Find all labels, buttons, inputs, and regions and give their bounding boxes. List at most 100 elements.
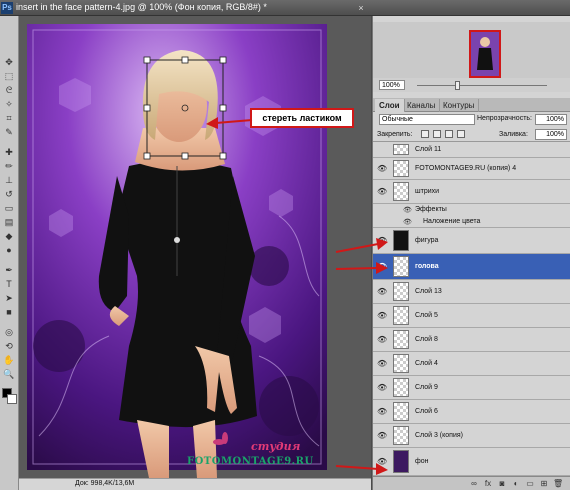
layer-thumbnail <box>393 182 409 201</box>
new-group-icon[interactable]: ▭ <box>525 479 535 489</box>
layer-name: Слой 11 <box>415 145 442 153</box>
type-tool-icon[interactable]: T <box>2 278 16 290</box>
hand-tool-icon[interactable]: ✋ <box>2 354 16 366</box>
navigator-thumbnail[interactable] <box>469 30 501 78</box>
layer-name: Слой 13 <box>415 287 442 295</box>
eye-icon[interactable]: 👁 <box>377 383 387 392</box>
lock-transparency-icon[interactable] <box>421 130 429 138</box>
zoom-field[interactable]: 100% <box>379 80 405 90</box>
eye-icon[interactable]: 👁 <box>403 206 412 214</box>
crop-tool-icon[interactable]: ⌗ <box>2 112 16 124</box>
doc-size-status: Док: 998,4K/13,6M <box>75 480 135 487</box>
layer-row[interactable]: 👁 Слой 8 <box>373 328 570 352</box>
gradient-tool-icon[interactable]: ▤ <box>2 216 16 228</box>
opacity-field[interactable]: 100% <box>535 114 567 125</box>
layer-thumbnail <box>393 354 409 373</box>
lock-pixels-icon[interactable] <box>433 130 441 138</box>
background-color-swatch[interactable] <box>7 394 17 404</box>
3d-orbit-tool-icon[interactable]: ⟲ <box>2 340 16 352</box>
tab-channels[interactable]: Каналы <box>403 99 441 112</box>
lasso-tool-icon[interactable]: ᘓ <box>2 84 16 96</box>
marquee-tool-icon[interactable]: ⬚ <box>2 70 16 82</box>
photo-artwork <box>19 16 371 478</box>
layer-row[interactable]: Слой 11 <box>373 142 570 158</box>
tab-paths[interactable]: Контуры <box>439 99 480 112</box>
3d-rotate-tool-icon[interactable]: ◎ <box>2 326 16 338</box>
layer-row[interactable]: 👁 Слой 4 <box>373 352 570 376</box>
layer-name: Слой 4 <box>415 359 438 367</box>
path-selection-tool-icon[interactable]: ➤ <box>2 292 16 304</box>
move-tool-icon[interactable]: ✥ <box>2 56 16 68</box>
layer-row-selected[interactable]: 👁 голова <box>373 254 570 280</box>
layer-row[interactable]: 👁 Слой 9 <box>373 376 570 400</box>
layer-thumbnail <box>393 282 409 301</box>
eye-icon[interactable]: 👁 <box>377 262 387 271</box>
layer-row[interactable]: 👁 Слой 13 <box>373 280 570 304</box>
layer-row[interactable]: 👁 Слой 6 <box>373 400 570 424</box>
eye-icon[interactable]: 👁 <box>377 236 387 245</box>
clone-stamp-tool-icon[interactable]: ⊥ <box>2 174 16 186</box>
layer-row[interactable]: 👁 Слой 3 (копия) <box>373 424 570 448</box>
layer-style-icon[interactable]: fx <box>483 479 493 489</box>
tab-layers[interactable]: Слои <box>375 99 405 112</box>
layer-row[interactable]: 👁 фон <box>373 448 570 476</box>
layers-footer: ∞ fx ◙ ◐ ▭ ⊞ 🗑 <box>373 476 570 490</box>
layer-thumbnail <box>393 144 409 155</box>
zoom-slider-handle[interactable] <box>455 81 460 90</box>
layer-row[interactable]: 👁 фигура <box>373 228 570 254</box>
fill-field[interactable]: 100% <box>535 129 567 140</box>
title-bar: Ps insert in the face pattern-4.jpg @ 10… <box>0 0 570 16</box>
opacity-label: Непрозрачность: <box>477 115 532 122</box>
eye-icon[interactable]: 👁 <box>377 431 387 440</box>
blur-tool-icon[interactable]: ◆ <box>2 230 16 242</box>
eye-icon[interactable]: 👁 <box>377 311 387 320</box>
annotation-callout: стереть ластиком <box>250 108 354 128</box>
layer-effects-header[interactable]: 👁 Эффекты <box>373 204 570 216</box>
eye-icon[interactable]: 👁 <box>377 187 387 196</box>
layer-effect-item[interactable]: 👁 Наложение цвета <box>373 216 570 228</box>
link-layers-icon[interactable]: ∞ <box>469 479 479 489</box>
eye-icon[interactable]: 👁 <box>377 164 387 173</box>
eye-icon[interactable]: 👁 <box>403 218 412 226</box>
lock-position-icon[interactable] <box>445 130 453 138</box>
adjustment-layer-icon[interactable]: ◐ <box>511 479 521 489</box>
layer-thumbnail <box>393 230 409 251</box>
eyedropper-tool-icon[interactable]: ✎ <box>2 126 16 138</box>
layer-thumbnail <box>393 306 409 325</box>
eye-icon[interactable]: 👁 <box>377 457 387 466</box>
eraser-tool-icon[interactable]: ▭ <box>2 202 16 214</box>
zoom-slider-track[interactable] <box>417 85 547 86</box>
pen-tool-icon[interactable]: ✒ <box>2 264 16 276</box>
layer-row[interactable]: 👁 штрихи <box>373 180 570 204</box>
eye-icon[interactable]: 👁 <box>377 335 387 344</box>
layer-thumbnail <box>393 450 409 473</box>
zoom-tool-icon[interactable]: 🔍 <box>2 368 16 380</box>
layer-name: фон <box>415 457 429 465</box>
eye-icon[interactable]: 👁 <box>377 287 387 296</box>
layer-name: Слой 3 (копия) <box>415 431 463 439</box>
lock-all-icon[interactable] <box>457 130 465 138</box>
eye-icon[interactable]: 👁 <box>377 407 387 416</box>
tools-panel: ✥ ⬚ ᘓ ✧ ⌗ ✎ ✚ ✏ ⊥ ↺ ▭ ▤ ◆ ● ✒ T ➤ ■ ◎ ⟲ … <box>0 16 19 490</box>
layer-row[interactable]: 👁 Слой 5 <box>373 304 570 328</box>
add-mask-icon[interactable]: ◙ <box>497 479 507 489</box>
new-layer-icon[interactable]: ⊞ <box>539 479 549 489</box>
layer-name: FOTOMONTAGE9.RU (копия) 4 <box>415 164 517 172</box>
document-canvas[interactable]: студия FOTOMONTAGE9.RU <box>19 16 371 478</box>
brush-tool-icon[interactable]: ✏ <box>2 160 16 172</box>
history-brush-tool-icon[interactable]: ↺ <box>2 188 16 200</box>
right-panel: 100% Слои Каналы Контуры Обычные Непрозр… <box>372 16 570 490</box>
shape-tool-icon[interactable]: ■ <box>2 306 16 318</box>
close-document-button[interactable]: × <box>356 3 366 13</box>
healing-brush-tool-icon[interactable]: ✚ <box>2 146 16 158</box>
delete-layer-icon[interactable]: 🗑 <box>553 479 563 489</box>
layer-row[interactable]: 👁 FOTOMONTAGE9.RU (копия) 4 <box>373 158 570 180</box>
effect-label: Наложение цвета <box>423 218 481 225</box>
dodge-tool-icon[interactable]: ● <box>2 244 16 256</box>
navigator-zoom-row: 100% <box>373 78 570 92</box>
eye-icon[interactable]: 👁 <box>377 359 387 368</box>
layers-panel-tabs: Слои Каналы Контуры <box>373 98 570 112</box>
blend-mode-select[interactable]: Обычные <box>379 114 475 125</box>
magic-wand-tool-icon[interactable]: ✧ <box>2 98 16 110</box>
layer-name: Слой 8 <box>415 335 438 343</box>
